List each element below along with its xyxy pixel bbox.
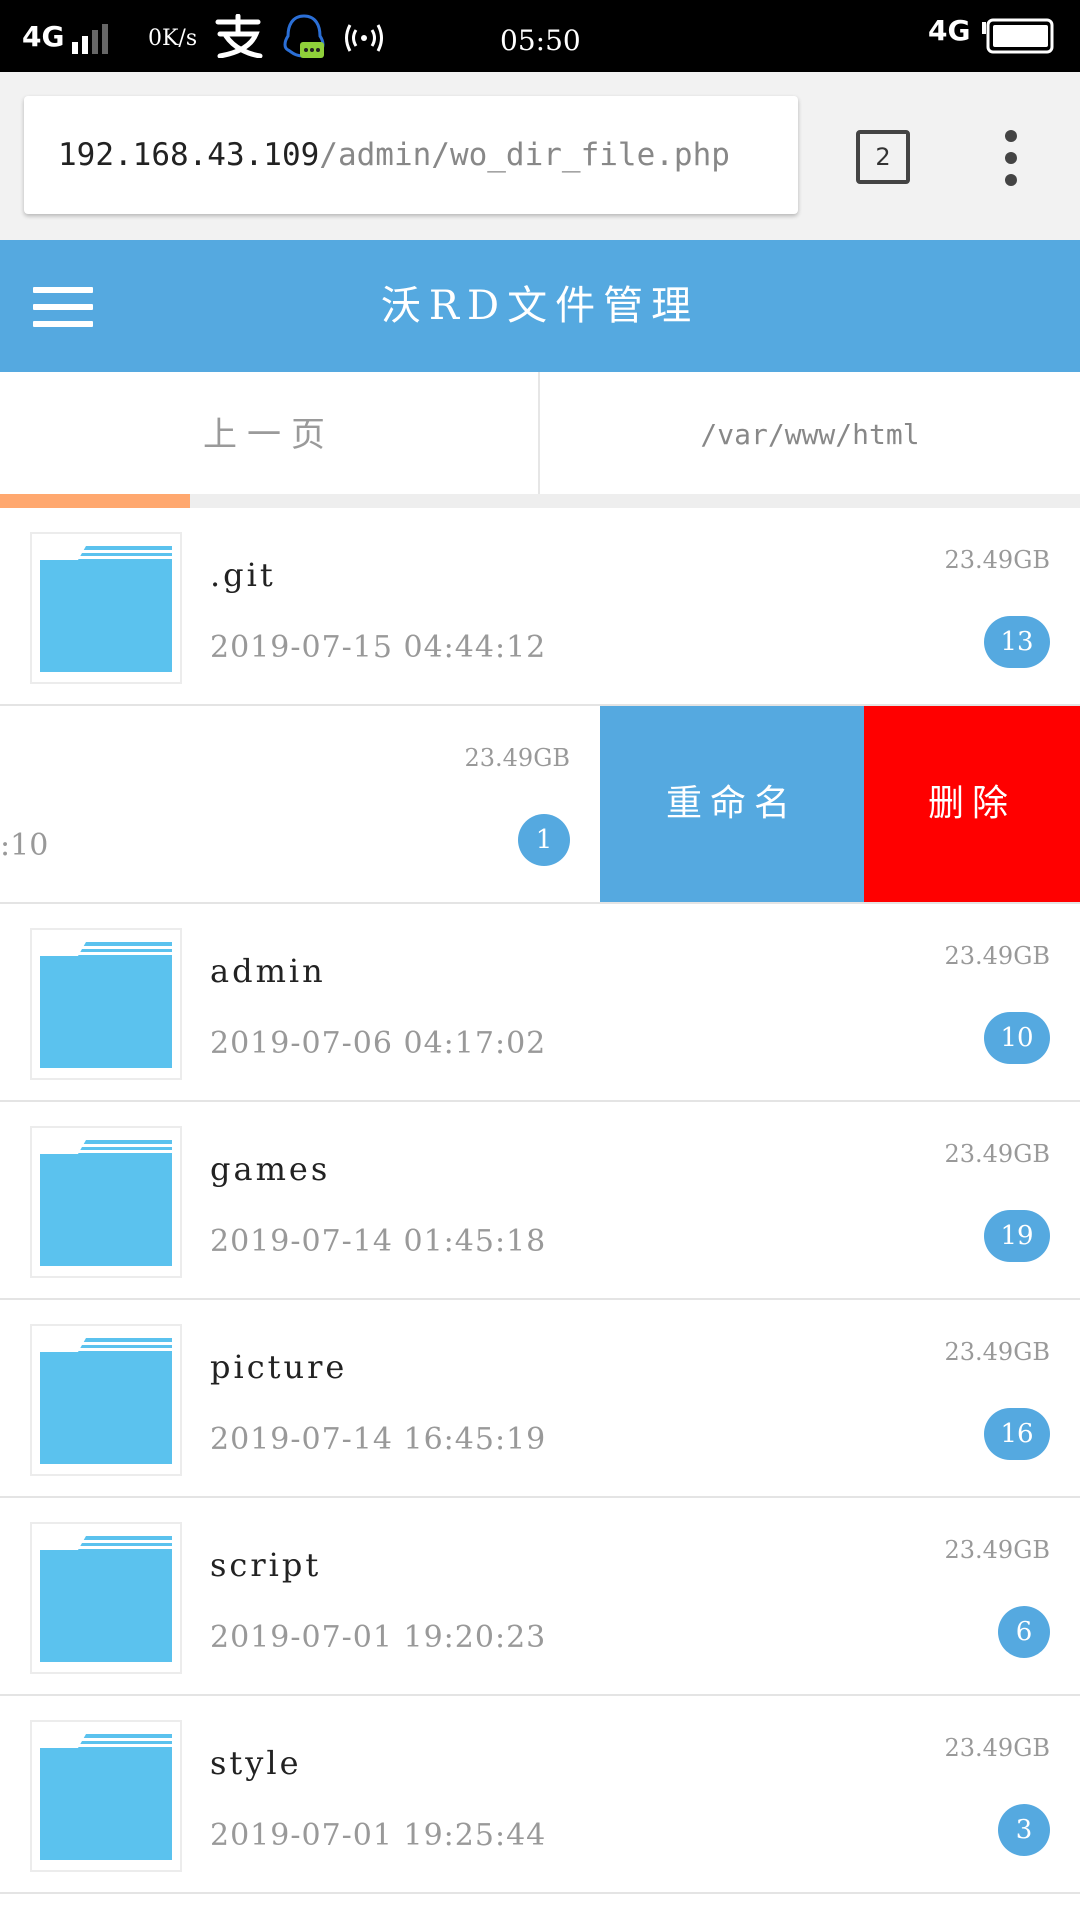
browser-toolbar: 192.168.43.109/admin/wo_dir_file.php 2 <box>0 72 1080 240</box>
file-row[interactable]: picture 2019-07-14 16:45:19 23.49GB 16 <box>0 1300 1080 1498</box>
app-title: 沃RD文件管理 <box>380 283 700 329</box>
folder-icon <box>30 1720 182 1872</box>
folder-icon <box>30 1126 182 1278</box>
file-size: 23.49GB <box>944 942 1050 970</box>
file-name: games <box>210 1150 331 1188</box>
rename-button[interactable]: 重命名 <box>600 706 864 902</box>
storage-progress-bar <box>0 494 1080 508</box>
folder-icon <box>30 1522 182 1674</box>
url-host: 192.168.43.109 <box>58 137 320 173</box>
file-row[interactable]: style 2019-07-01 19:25:44 23.49GB 3 <box>0 1696 1080 1894</box>
item-count-badge: 16 <box>984 1408 1050 1460</box>
file-row[interactable]: games 2019-07-14 01:45:18 23.49GB 19 <box>0 1102 1080 1300</box>
item-count-badge: 6 <box>998 1606 1050 1658</box>
file-date: 2019-07-06 04:17:02 <box>210 1026 547 1061</box>
back-page-button[interactable]: 上一页 <box>0 372 540 494</box>
file-row-swiped[interactable]: :10 23.49GB 1 重命名 删除 <box>0 706 1080 904</box>
file-name: .git <box>210 556 276 594</box>
file-row[interactable]: .git 2019-07-15 04:44:12 23.49GB 13 <box>0 508 1080 706</box>
item-count-badge: 3 <box>998 1804 1050 1856</box>
file-size: 23.49GB <box>464 744 570 772</box>
progress-fill <box>0 494 191 508</box>
network-type-left: 4G <box>22 20 65 53</box>
app-header: 沃RD文件管理 <box>0 240 1080 372</box>
battery-icon <box>980 18 1056 54</box>
swiped-row-content[interactable]: :10 23.49GB 1 <box>0 706 600 902</box>
file-size: 23.49GB <box>944 1536 1050 1564</box>
address-bar[interactable]: 192.168.43.109/admin/wo_dir_file.php <box>24 96 798 214</box>
more-options-icon[interactable] <box>1000 130 1022 186</box>
file-date: 2019-07-14 16:45:19 <box>210 1422 547 1457</box>
file-name: script <box>210 1546 322 1584</box>
file-size: 23.49GB <box>944 1140 1050 1168</box>
hamburger-menu-icon[interactable] <box>33 287 93 327</box>
status-bar: 4G 0K/s 05:50 4G <box>0 0 1080 72</box>
qq-notification-icon <box>280 12 328 62</box>
item-count-badge: 1 <box>518 814 570 866</box>
file-name: admin <box>210 952 326 990</box>
file-name: style <box>210 1744 302 1782</box>
file-date: 2019-07-01 19:20:23 <box>210 1620 547 1655</box>
folder-icon <box>30 532 182 684</box>
clock: 05:50 <box>500 24 581 57</box>
current-path: /var/www/html <box>700 418 920 451</box>
file-date: 2019-07-01 19:25:44 <box>210 1818 547 1853</box>
file-size: 23.49GB <box>944 1734 1050 1762</box>
alipay-icon <box>212 13 264 59</box>
file-size: 23.49GB <box>944 546 1050 574</box>
signal-icon <box>72 22 128 54</box>
hotspot-icon <box>344 20 384 54</box>
network-speed: 0K/s <box>148 26 198 51</box>
folder-icon <box>30 928 182 1080</box>
navigation-row: 上一页 /var/www/html <box>0 372 1080 496</box>
network-type-right: 4G <box>928 14 971 47</box>
file-size: 23.49GB <box>944 1338 1050 1366</box>
delete-button[interactable]: 删除 <box>864 706 1080 902</box>
folder-icon <box>30 1324 182 1476</box>
tab-switcher-button[interactable]: 2 <box>856 130 910 184</box>
file-date: 2019-07-15 04:44:12 <box>210 630 547 665</box>
file-row[interactable]: script 2019-07-01 19:20:23 23.49GB 6 <box>0 1498 1080 1696</box>
item-count-badge: 19 <box>984 1210 1050 1262</box>
file-row[interactable]: admin 2019-07-06 04:17:02 23.49GB 10 <box>0 904 1080 1102</box>
url-path: /admin/wo_dir_file.php <box>319 137 730 173</box>
file-list: .git 2019-07-15 04:44:12 23.49GB 13 :10 … <box>0 508 1080 1920</box>
file-name: picture <box>210 1348 348 1386</box>
item-count-badge: 10 <box>984 1012 1050 1064</box>
item-count-badge: 13 <box>984 616 1050 668</box>
file-date: 2019-07-14 01:45:18 <box>210 1224 547 1259</box>
file-date: :10 <box>0 828 49 863</box>
